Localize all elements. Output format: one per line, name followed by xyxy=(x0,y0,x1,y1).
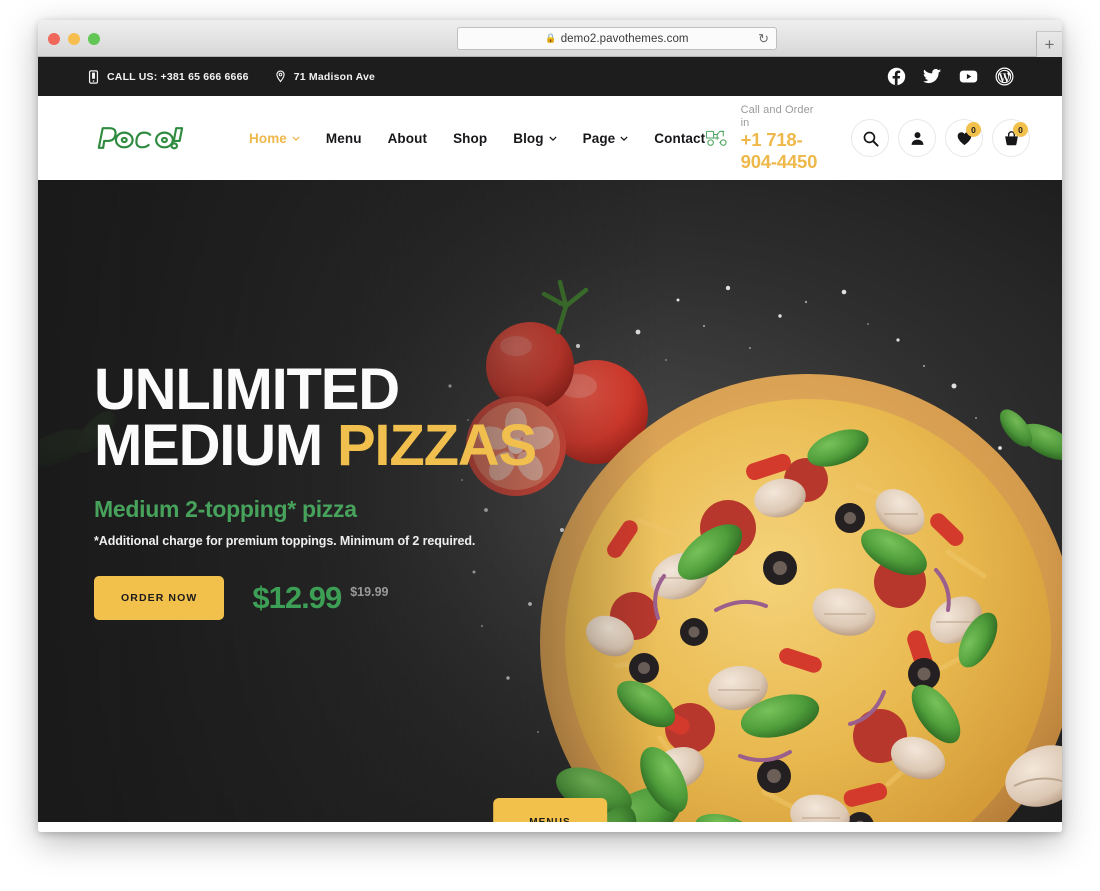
search-icon xyxy=(863,131,879,147)
url-text: 🔒 demo2.pavothemes.com xyxy=(545,33,688,45)
nav-item-home[interactable]: Home xyxy=(249,131,300,146)
topbar-address-label: 71 Madison Ave xyxy=(293,70,376,83)
delivery-scooter-icon xyxy=(706,130,727,146)
nav-item-page[interactable]: Page xyxy=(583,131,629,146)
hero-title-line2: MEDIUM xyxy=(94,413,323,479)
close-window-button[interactable] xyxy=(48,33,60,45)
hero-title: UNLIMITED MEDIUM PIZZAS xyxy=(94,361,564,479)
main-navigation: Home Menu About Shop Blog Page Contact xyxy=(249,131,705,146)
chevron-down-icon xyxy=(292,135,300,141)
wishlist-count-badge: 0 xyxy=(966,122,981,137)
nav-label-contact: Contact xyxy=(654,130,706,146)
nav-label-shop: Shop xyxy=(453,130,488,146)
chevron-down-icon xyxy=(549,135,557,141)
nav-item-blog[interactable]: Blog xyxy=(513,130,557,146)
wordpress-icon[interactable] xyxy=(995,67,1014,86)
nav-item-shop[interactable]: Shop xyxy=(453,131,487,146)
cart-count-badge: 0 xyxy=(1013,122,1028,137)
facebook-icon[interactable] xyxy=(887,67,906,86)
price-original: $19.99 xyxy=(350,584,389,599)
below-hero-area xyxy=(38,822,1062,832)
order-phone: +1 718-904-4450 xyxy=(740,129,818,172)
header-icon-group: 0 0 xyxy=(851,119,1030,157)
address-bar[interactable]: 🔒 demo2.pavothemes.com ↻ xyxy=(457,27,777,50)
wishlist-button[interactable]: 0 xyxy=(945,119,983,157)
reload-icon[interactable]: ↻ xyxy=(758,32,769,46)
nav-label-page: Page xyxy=(582,130,616,146)
topbar-phone[interactable]: CALL US: +381 65 666 6666 xyxy=(88,69,249,84)
location-pin-icon xyxy=(276,69,285,82)
maximize-window-button[interactable] xyxy=(88,33,100,45)
account-button[interactable] xyxy=(898,119,936,157)
browser-titlebar: 🔒 demo2.pavothemes.com ↻ + xyxy=(38,20,1062,57)
minimize-window-button[interactable] xyxy=(68,33,80,45)
topbar-contact-group: CALL US: +381 65 666 6666 71 Madison Ave xyxy=(88,69,376,84)
nav-label-menu: Menu xyxy=(325,130,362,146)
call-and-order-block[interactable]: Call and Order in +1 718-904-4450 xyxy=(705,104,825,172)
hero-note: *Additional charge for premium toppings.… xyxy=(94,533,476,548)
order-now-button[interactable]: ORDER NOW xyxy=(94,575,225,620)
hero-title-line1: UNLIMITED xyxy=(94,357,400,422)
nav-item-contact[interactable]: Contact xyxy=(654,131,705,146)
site-logo[interactable] xyxy=(88,121,186,155)
hero-subtitle: Medium 2-topping* pizza xyxy=(94,495,357,522)
youtube-icon[interactable] xyxy=(959,67,978,86)
search-button[interactable] xyxy=(851,119,889,157)
hero-copy-block: UNLIMITED MEDIUM PIZZAS Medium 2-topping… xyxy=(94,361,564,620)
nav-label-home: Home xyxy=(249,130,287,146)
nav-label-blog: Blog xyxy=(513,130,544,146)
lock-icon: 🔒 xyxy=(545,32,557,43)
nav-item-menu[interactable]: Menu xyxy=(326,131,362,146)
chevron-down-icon xyxy=(620,135,628,141)
hero-section: UNLIMITED MEDIUM PIZZAS Medium 2-topping… xyxy=(38,180,1062,822)
order-label: Call and Order in xyxy=(740,104,814,129)
price-current: $12.99 xyxy=(252,579,342,615)
nav-label-about: About xyxy=(387,130,428,146)
browser-window: 🔒 demo2.pavothemes.com ↻ + CALL US: +381 … xyxy=(38,20,1062,832)
mobile-phone-icon xyxy=(88,69,99,84)
topbar-social-group xyxy=(887,67,1014,86)
page-viewport: CALL US: +381 65 666 6666 71 Madison Ave xyxy=(38,57,1062,832)
url-value: demo2.pavothemes.com xyxy=(560,32,689,45)
topbar-address[interactable]: 71 Madison Ave xyxy=(275,69,376,84)
hero-cta-row: ORDER NOW $12.99 $19.99 xyxy=(94,575,564,620)
site-topbar: CALL US: +381 65 666 6666 71 Madison Ave xyxy=(38,57,1062,96)
hero-title-highlight: PIZZAS xyxy=(336,413,537,479)
cart-button[interactable]: 0 xyxy=(992,119,1030,157)
topbar-phone-label: CALL US: +381 65 666 6666 xyxy=(107,70,249,83)
new-tab-button[interactable]: + xyxy=(1036,31,1062,57)
window-traffic-lights xyxy=(48,33,100,45)
nav-item-about[interactable]: About xyxy=(388,131,427,146)
menus-button[interactable]: MENUS xyxy=(493,798,607,822)
user-icon xyxy=(911,131,923,145)
hero-price-group: $12.99 $19.99 xyxy=(252,580,388,616)
order-text-group: Call and Order in +1 718-904-4450 xyxy=(741,104,825,172)
twitter-icon[interactable] xyxy=(923,67,942,86)
site-header: Home Menu About Shop Blog Page Contact C… xyxy=(38,96,1062,180)
